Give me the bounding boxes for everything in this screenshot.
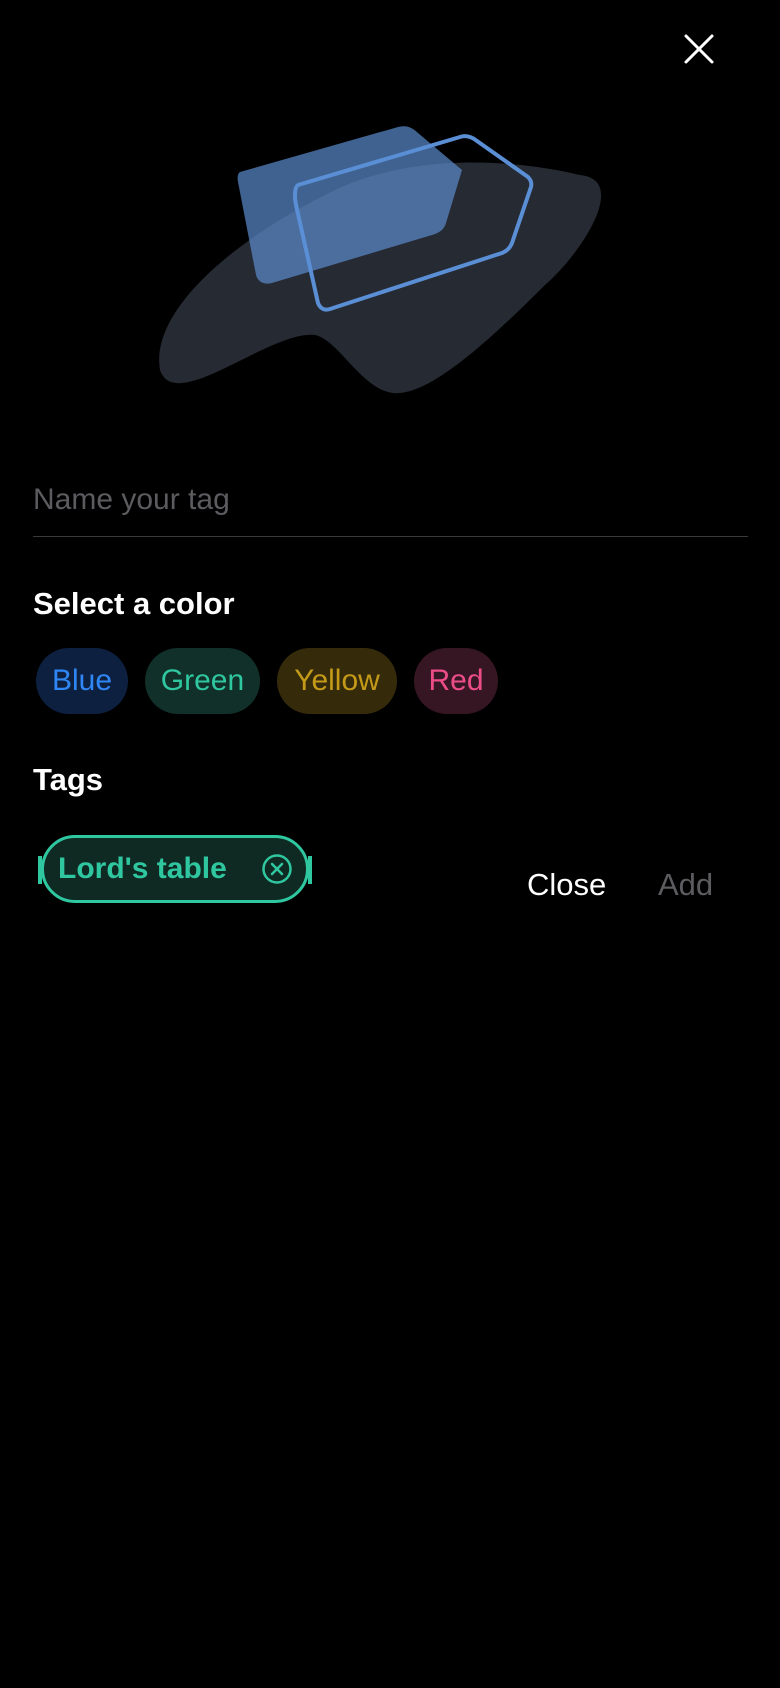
tag-chip-label: Lord's table [58, 852, 227, 885]
tag-chip[interactable]: Lord's table [38, 835, 312, 903]
add-button[interactable]: Add [658, 867, 713, 903]
color-options: Blue Green Yellow Red [36, 648, 498, 714]
tag-cards-illustration [150, 115, 630, 415]
close-icon[interactable] [678, 28, 720, 70]
remove-circle-icon[interactable] [261, 853, 293, 885]
color-option-red[interactable]: Red [414, 648, 498, 714]
tag-name-field [33, 472, 748, 537]
close-button[interactable]: Close [527, 867, 606, 903]
select-color-heading: Select a color [33, 586, 235, 621]
tag-name-input[interactable] [33, 472, 748, 528]
color-option-yellow[interactable]: Yellow [277, 648, 397, 714]
color-option-blue[interactable]: Blue [36, 648, 128, 714]
tags-heading: Tags [33, 762, 104, 797]
color-option-green[interactable]: Green [145, 648, 260, 714]
